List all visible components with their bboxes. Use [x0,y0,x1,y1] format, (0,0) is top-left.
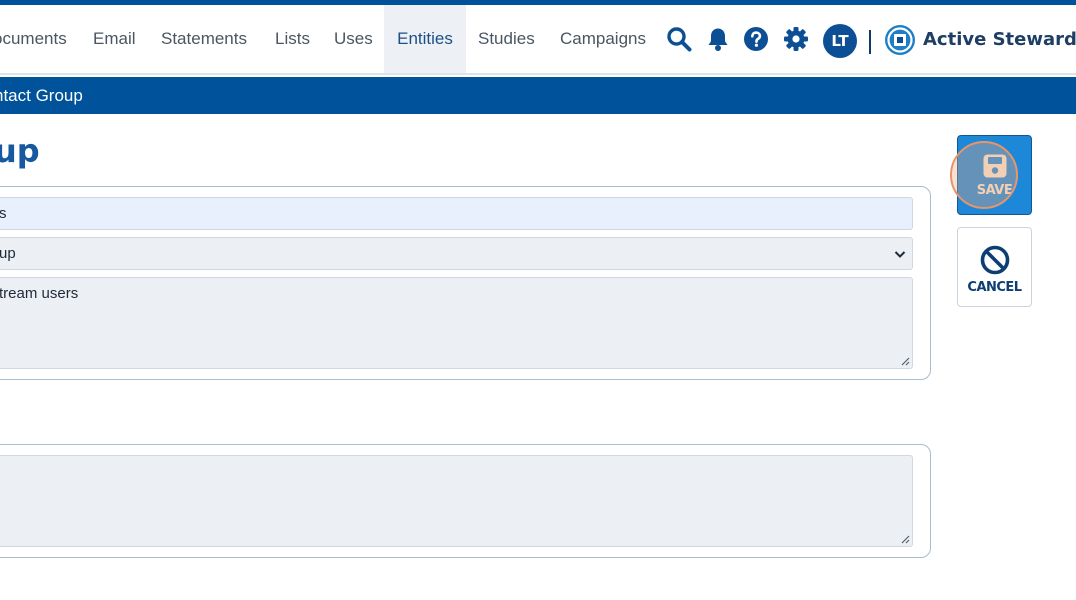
description-value: tream users [0,285,79,302]
description-textarea[interactable]: tream users [0,277,913,369]
nav-item-uses[interactable]: Uses [334,5,373,73]
nav-item-statements[interactable]: Statements [161,5,247,73]
resize-handle-icon[interactable] [900,356,910,366]
nav-item-campaigns[interactable]: Campaigns [560,5,646,73]
ban-icon [980,245,1009,275]
user-avatar[interactable]: LT [823,24,857,58]
save-button[interactable]: SAVE [957,135,1032,215]
nav-item-email[interactable]: Email [93,5,136,73]
page-title: up [0,132,40,170]
top-navbar: ocuments Email Statements Lists Uses Ent… [0,5,1076,75]
gear-icon[interactable] [783,26,809,52]
help-icon[interactable] [743,26,769,52]
search-icon[interactable] [666,26,692,52]
navbar-divider [869,30,871,54]
nav-item-lists[interactable]: Lists [275,5,310,73]
cancel-label: CANCEL [967,280,1022,295]
notes-textarea[interactable] [0,455,913,547]
active-steward-logo-icon[interactable] [884,24,916,56]
brand-name[interactable]: Active Steward [923,29,1076,50]
nav-item-entities[interactable]: Entities [384,5,466,73]
floppy-disk-icon [983,154,1006,178]
chevron-down-icon [894,251,906,258]
subheader-title: ntact Group [0,86,83,105]
bell-icon[interactable] [705,26,731,52]
group-type-select[interactable]: up [0,237,913,270]
nav-item-studies[interactable]: Studies [478,5,535,73]
cancel-button[interactable]: CANCEL [957,227,1032,307]
save-label: SAVE [976,183,1013,198]
page-subheader-bar: ntact Group [0,77,1076,114]
name-input[interactable]: s [0,197,913,230]
nav-item-documents[interactable]: ocuments [0,5,67,73]
resize-handle-icon[interactable] [900,534,910,544]
group-type-value: up [0,245,16,262]
